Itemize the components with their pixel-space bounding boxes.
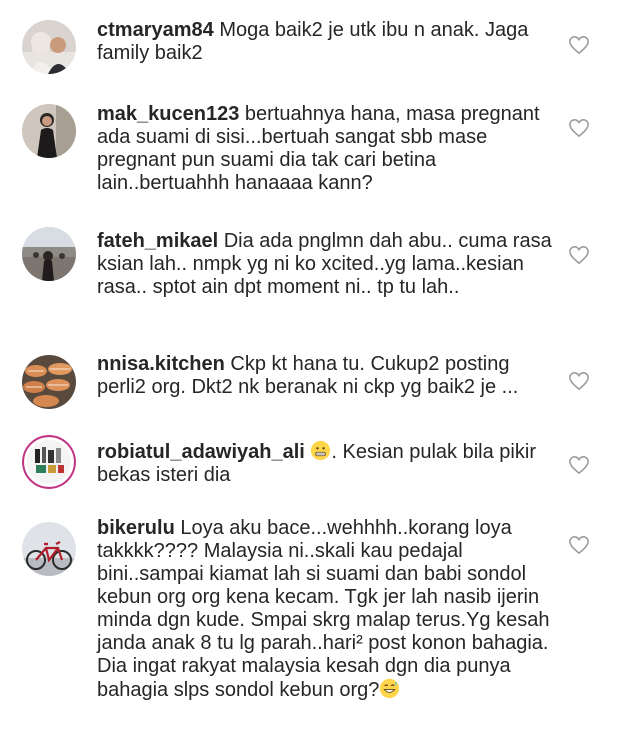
heart-outline-icon[interactable] [568,535,590,555]
comment-username[interactable]: bikerulu [97,517,175,539]
comment-item: robiatul_adawiyah_ali . Kesian pulak bil… [0,425,622,513]
avatar[interactable] [22,20,76,74]
comment-text: nnisa.kitchen Ckp kt hana tu. Cukup2 pos… [97,353,557,399]
avatar[interactable] [22,227,76,281]
comment-username[interactable]: robiatul_adawiyah_ali [97,441,305,463]
comment-item: nnisa.kitchen Ckp kt hana tu. Cukup2 pos… [0,340,622,425]
comment-text: bikerulu Loya aku bace...wehhhh..korang … [97,517,557,702]
heart-outline-icon[interactable] [568,371,590,391]
avatar[interactable] [22,522,76,576]
comment-item: ctmaryam84 Moga baik2 je utk ibu n anak.… [0,0,622,90]
comment-username[interactable]: fateh_mikael [97,230,218,252]
comment-body: Loya aku bace...wehhhh..korang loya takk… [97,517,550,701]
comment-item: bikerulu Loya aku bace...wehhhh..korang … [0,513,622,748]
heart-outline-icon[interactable] [568,35,590,55]
comments-list: ctmaryam84 Moga baik2 je utk ibu n anak.… [0,0,622,748]
comment-text: robiatul_adawiyah_ali . Kesian pulak bil… [97,440,557,487]
avatar[interactable] [22,355,76,409]
grimacing-face-emoji [310,440,331,461]
heart-outline-icon[interactable] [568,455,590,475]
comment-username[interactable]: nnisa.kitchen [97,353,225,375]
heart-outline-icon[interactable] [568,118,590,138]
comment-text: fateh_mikael Dia ada pnglmn dah abu.. cu… [97,230,557,299]
heart-outline-icon[interactable] [568,245,590,265]
avatar[interactable] [22,435,76,489]
comment-username[interactable]: ctmaryam84 [97,19,214,41]
comment-text: mak_kucen123 bertuahnya hana, masa pregn… [97,103,557,195]
comment-username[interactable]: mak_kucen123 [97,103,239,125]
comment-text: ctmaryam84 Moga baik2 je utk ibu n anak.… [97,19,557,65]
grinning-sweat-emoji [379,678,400,699]
avatar[interactable] [22,104,76,158]
comment-item: mak_kucen123 bertuahnya hana, masa pregn… [0,90,622,210]
comment-item: fateh_mikael Dia ada pnglmn dah abu.. cu… [0,210,622,340]
